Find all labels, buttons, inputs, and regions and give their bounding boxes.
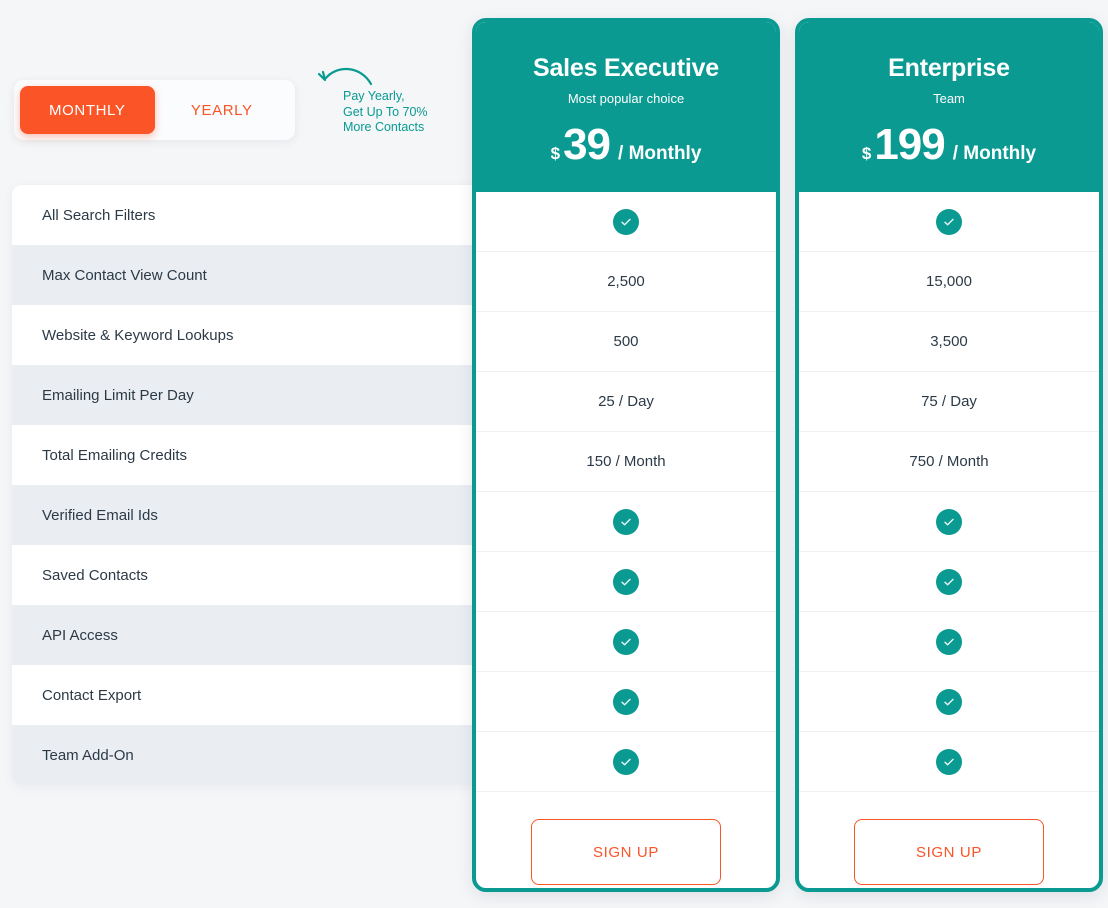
value-row xyxy=(476,492,776,552)
check-circle-icon xyxy=(936,568,962,595)
cta-area: SIGN UP xyxy=(476,792,776,888)
currency-symbol: $ xyxy=(550,144,561,163)
check-circle-icon xyxy=(613,688,639,715)
billing-toggle-area: MONTHLY YEARLY xyxy=(14,80,295,140)
price-amount: 199 xyxy=(874,120,945,169)
plan-subtitle: Most popular choice xyxy=(567,91,685,106)
value-row: 750 / Month xyxy=(799,432,1099,492)
billing-period-toggle[interactable]: MONTHLY YEARLY xyxy=(14,80,295,140)
billing-toggle-monthly[interactable]: MONTHLY xyxy=(20,86,155,134)
check-circle-icon xyxy=(936,508,962,535)
pricing-card-sales-executive[interactable]: Sales Executive Most popular choice $ 39… xyxy=(472,18,780,892)
value-row xyxy=(799,672,1099,732)
value-row xyxy=(476,672,776,732)
value-row: 150 / Month xyxy=(476,432,776,492)
plan-values: 15,000 3,500 75 / Day 750 / Month xyxy=(799,192,1099,792)
check-circle-icon xyxy=(613,628,639,655)
plan-name: Enterprise xyxy=(888,54,1010,82)
cta-area: SIGN UP xyxy=(799,792,1099,888)
value-row: 2,500 xyxy=(476,252,776,312)
plan-header: Sales Executive Most popular choice $ 39… xyxy=(476,22,776,192)
plan-price: $ 199 / Monthly xyxy=(862,123,1036,167)
value-row: 500 xyxy=(476,312,776,372)
check-circle-icon xyxy=(936,628,962,655)
value-row xyxy=(799,492,1099,552)
value-row xyxy=(476,732,776,792)
value-row: 3,500 xyxy=(799,312,1099,372)
value-row: 15,000 xyxy=(799,252,1099,312)
check-circle-icon xyxy=(613,508,639,535)
price-amount: 39 xyxy=(563,120,611,169)
pricing-page: MONTHLY YEARLY Pay Yearly, Get Up To 70%… xyxy=(0,0,1108,908)
plan-header: Enterprise Team $ 199 / Monthly xyxy=(799,22,1099,192)
check-circle-icon xyxy=(936,688,962,715)
plan-price: $ 39 / Monthly xyxy=(551,123,702,167)
value-row: 25 / Day xyxy=(476,372,776,432)
value-row xyxy=(476,192,776,252)
check-circle-icon xyxy=(613,568,639,595)
check-circle-icon xyxy=(936,208,962,235)
value-row xyxy=(476,552,776,612)
check-circle-icon xyxy=(936,748,962,775)
plan-name: Sales Executive xyxy=(532,54,719,82)
yearly-promo: Pay Yearly, Get Up To 70% More Contacts xyxy=(315,62,475,142)
promo-text: Pay Yearly, Get Up To 70% More Contacts xyxy=(343,89,428,134)
value-row xyxy=(799,612,1099,672)
plan-values: 2,500 500 25 / Day 150 / Month xyxy=(476,192,776,792)
check-circle-icon xyxy=(613,208,639,235)
price-period: / Monthly xyxy=(618,143,702,164)
value-row xyxy=(799,552,1099,612)
price-period: / Monthly xyxy=(952,143,1037,164)
sign-up-button[interactable]: SIGN UP xyxy=(854,819,1044,885)
sign-up-button[interactable]: SIGN UP xyxy=(531,819,721,885)
check-circle-icon xyxy=(613,748,639,775)
value-row: 75 / Day xyxy=(799,372,1099,432)
plan-subtitle: Team xyxy=(933,91,965,106)
value-row xyxy=(476,612,776,672)
value-row xyxy=(799,192,1099,252)
pricing-card-enterprise[interactable]: Enterprise Team $ 199 / Monthly 15,000 3… xyxy=(795,18,1103,892)
currency-symbol: $ xyxy=(861,144,872,163)
billing-toggle-yearly[interactable]: YEARLY xyxy=(155,86,290,134)
value-row xyxy=(799,732,1099,792)
